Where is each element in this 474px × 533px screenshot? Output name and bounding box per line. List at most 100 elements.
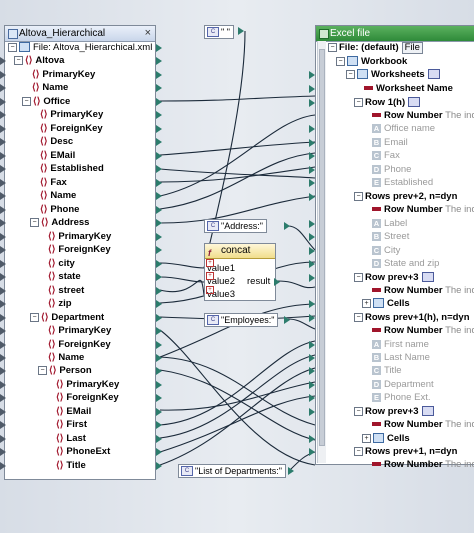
excel-cell-e[interactable]: E Established xyxy=(372,176,433,189)
collapse-toggle-icon[interactable]: − xyxy=(354,97,363,107)
input-port[interactable] xyxy=(0,219,6,227)
tree-item-phone[interactable]: ⟨⟩ Phone xyxy=(40,203,79,216)
input-port[interactable] xyxy=(309,233,315,241)
input-port[interactable] xyxy=(0,138,6,146)
excel-rows-prev1h-number[interactable]: Row Number The ind xyxy=(372,324,474,337)
input-port[interactable] xyxy=(0,246,6,254)
input-port[interactable] xyxy=(0,71,6,79)
output-port[interactable] xyxy=(156,435,162,443)
output-port[interactable] xyxy=(156,206,162,214)
concat-header[interactable]: f concat xyxy=(205,244,275,259)
tree-item-first[interactable]: ⟨⟩ First xyxy=(56,418,87,431)
output-port[interactable] xyxy=(156,381,162,389)
tree-item-zip[interactable]: ⟨⟩ zip xyxy=(48,297,72,310)
collapse-toggle-icon[interactable]: − xyxy=(328,42,337,52)
output-port[interactable] xyxy=(284,316,290,324)
excel-rows-prev2-number[interactable]: Row Number The ind xyxy=(372,203,474,216)
vertical-scrollbar[interactable] xyxy=(317,41,326,463)
add-input-icon[interactable]: + xyxy=(206,272,214,280)
output-port[interactable] xyxy=(156,246,162,254)
tree-item-person[interactable]: − ⟨⟩ Person xyxy=(38,364,92,377)
input-port[interactable] xyxy=(0,408,6,416)
tree-item-altova[interactable]: − ⟨⟩ Altova xyxy=(14,54,64,67)
row-settings-icon[interactable] xyxy=(408,97,421,108)
tree-item-person-primarykey[interactable]: ⟨⟩ PrimaryKey xyxy=(56,378,119,391)
excel-cell-c[interactable]: C Title xyxy=(372,364,402,377)
close-icon[interactable]: × xyxy=(145,26,151,41)
tree-item-person-foreignkey[interactable]: ⟨⟩ ForeignKey xyxy=(56,391,119,404)
input-port[interactable] xyxy=(0,125,6,133)
input-port[interactable] xyxy=(0,354,6,362)
input-port[interactable] xyxy=(309,341,315,349)
output-port[interactable] xyxy=(156,192,162,200)
collapse-toggle-icon[interactable]: − xyxy=(38,365,47,375)
input-port[interactable] xyxy=(309,152,315,160)
input-port[interactable] xyxy=(309,220,315,228)
collapse-toggle-icon[interactable]: − xyxy=(30,217,39,227)
collapse-toggle-icon[interactable]: − xyxy=(354,272,363,282)
excel-cells[interactable]: + Cells xyxy=(362,297,410,310)
excel-cell-b[interactable]: B Street xyxy=(372,230,409,243)
tree-item-last[interactable]: ⟨⟩ Last xyxy=(56,432,86,445)
input-port[interactable] xyxy=(309,260,315,268)
input-port[interactable] xyxy=(0,206,6,214)
output-port[interactable] xyxy=(156,71,162,79)
output-port[interactable] xyxy=(156,341,162,349)
output-port[interactable] xyxy=(156,98,162,106)
input-port[interactable] xyxy=(309,139,315,147)
tree-item-street[interactable]: ⟨⟩ street xyxy=(48,284,84,297)
output-port[interactable] xyxy=(156,260,162,268)
excel-worksheet-name[interactable]: Worksheet Name xyxy=(364,82,453,95)
add-input-icon[interactable]: + xyxy=(206,286,214,294)
input-port[interactable] xyxy=(0,314,6,322)
input-port[interactable] xyxy=(309,394,315,402)
input-port[interactable] xyxy=(0,341,6,349)
tree-item-department[interactable]: − ⟨⟩ Department xyxy=(30,311,104,324)
output-port[interactable] xyxy=(284,222,290,230)
collapse-toggle-icon[interactable]: − xyxy=(354,446,363,456)
output-port[interactable] xyxy=(238,27,244,35)
add-input-icon[interactable]: + xyxy=(206,259,214,267)
excel-cell-d[interactable]: D Department xyxy=(372,378,434,391)
output-port[interactable] xyxy=(156,354,162,362)
input-port[interactable] xyxy=(309,274,315,282)
input-port[interactable] xyxy=(0,233,6,241)
input-port[interactable] xyxy=(309,71,315,79)
excel-cell-d[interactable]: D Phone xyxy=(372,163,411,176)
excel-row-prev3[interactable]: − Row prev+3 xyxy=(354,271,434,284)
input-port[interactable] xyxy=(0,287,6,295)
worksheet-settings-icon[interactable] xyxy=(427,69,440,80)
output-port[interactable] xyxy=(156,314,162,322)
excel-row-prev3-number[interactable]: Row Number The indi xyxy=(372,418,474,431)
input-port[interactable] xyxy=(0,367,6,375)
input-port[interactable] xyxy=(0,381,6,389)
output-port[interactable] xyxy=(156,273,162,281)
input-port[interactable] xyxy=(0,435,6,443)
output-port[interactable] xyxy=(156,125,162,133)
collapse-toggle-icon[interactable]: − xyxy=(354,312,363,322)
excel-row-prev3[interactable]: − Row prev+3 xyxy=(354,405,434,418)
collapse-toggle-icon[interactable]: − xyxy=(336,56,345,66)
source-title-bar[interactable]: Altova_Hierarchical × xyxy=(5,26,155,42)
output-port[interactable] xyxy=(156,421,162,429)
excel-file-row[interactable]: − File: (default) File xyxy=(328,41,423,54)
excel-cell-a[interactable]: A First name xyxy=(372,338,429,351)
input-port[interactable] xyxy=(0,111,6,119)
tree-item-dept-primarykey[interactable]: ⟨⟩ PrimaryKey xyxy=(48,324,111,337)
tree-item-address[interactable]: − ⟨⟩ Address xyxy=(30,216,89,229)
input-port[interactable] xyxy=(309,435,315,443)
tree-item-state[interactable]: ⟨⟩ state xyxy=(48,270,81,283)
input-port[interactable] xyxy=(309,314,315,322)
output-port[interactable] xyxy=(156,179,162,187)
input-port[interactable] xyxy=(309,125,315,133)
output-port[interactable] xyxy=(288,467,294,475)
collapse-toggle-icon[interactable]: − xyxy=(346,69,355,79)
output-port[interactable] xyxy=(156,138,162,146)
tree-item-office-foreignkey[interactable]: ⟨⟩ ForeignKey xyxy=(40,122,103,135)
input-port[interactable] xyxy=(0,152,6,160)
tree-item-fax[interactable]: ⟨⟩ Fax xyxy=(40,176,67,189)
output-port[interactable] xyxy=(156,84,162,92)
tree-item-person-email[interactable]: ⟨⟩ EMail xyxy=(56,405,91,418)
input-port[interactable] xyxy=(0,192,6,200)
output-port[interactable] xyxy=(156,57,162,65)
